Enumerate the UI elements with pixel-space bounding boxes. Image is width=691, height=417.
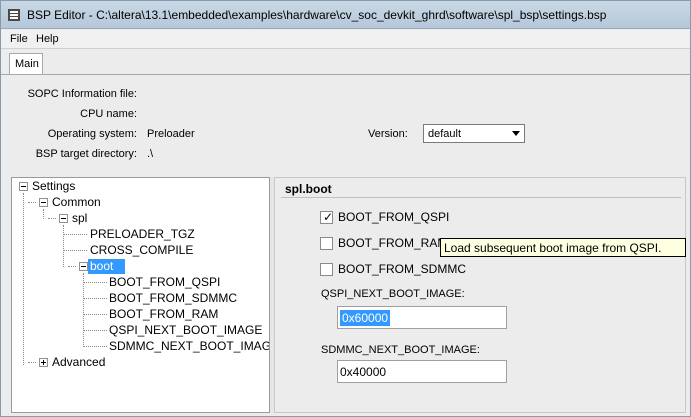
- sopc-info-label: SOPC Information file:: [27, 88, 137, 100]
- bsp-editor-window: BSP Editor - C:\altera\13.1\embedded\exa…: [0, 0, 691, 417]
- tree-node-spl[interactable]: spl: [72, 211, 87, 226]
- app-icon: [8, 9, 20, 21]
- tree-guide-boot: [68, 266, 76, 267]
- tree-node-boot[interactable]: boot: [88, 259, 126, 274]
- collapse-icon[interactable]: [79, 262, 88, 271]
- collapse-icon[interactable]: [19, 182, 28, 191]
- tree-guide-spl-h: [48, 218, 56, 219]
- menu-bar: File Help: [1, 30, 690, 49]
- section-divider: [281, 197, 681, 198]
- boot-from-ram-checkbox[interactable]: [320, 237, 333, 250]
- boot-from-sdmmc-label[interactable]: BOOT_FROM_SDMMC: [338, 262, 466, 276]
- tree-guide-c4: [83, 330, 107, 331]
- tree-guide-cross: [63, 250, 87, 251]
- tree-node-settings[interactable]: Settings: [32, 179, 75, 194]
- tree-node-common[interactable]: Common: [52, 195, 101, 210]
- tree-guide-c3: [83, 314, 107, 315]
- bsp-target-dir-label: BSP target directory:: [35, 148, 137, 160]
- settings-detail-panel: spl.boot ✓ BOOT_FROM_QSPI BOOT_FROM_RAM …: [274, 177, 686, 413]
- operating-system-label: Operating system:: [47, 128, 137, 140]
- tree-guide-boot-children: [83, 273, 84, 345]
- tree-guide-common-h: [28, 202, 36, 203]
- tree-guide-advanced: [28, 362, 36, 363]
- sdmmc-next-boot-image-value: 0x40000: [340, 365, 387, 379]
- tree-guide-common: [43, 209, 44, 219]
- qspi-next-boot-image-value: 0x60000: [340, 310, 391, 326]
- sdmmc-next-boot-image-label: SDMMC_NEXT_BOOT_IMAGE:: [321, 344, 480, 356]
- qspi-next-boot-image-input[interactable]: 0x60000: [337, 306, 507, 329]
- bsp-info-panel: SOPC Information file: CPU name: Operati…: [7, 75, 684, 173]
- collapse-icon[interactable]: [59, 214, 68, 223]
- cpu-name-label: CPU name:: [80, 108, 137, 120]
- tree-node-qspi-next-boot-image[interactable]: QSPI_NEXT_BOOT_IMAGE: [109, 323, 262, 338]
- title-bar[interactable]: BSP Editor - C:\altera\13.1\embedded\exa…: [1, 1, 690, 29]
- sdmmc-next-boot-image-input[interactable]: 0x40000: [337, 360, 507, 383]
- tree-node-boot-from-ram[interactable]: BOOT_FROM_RAM: [109, 307, 218, 322]
- operating-system-value: Preloader: [147, 128, 195, 140]
- boot-from-qspi-tooltip: Load subsequent boot image from QSPI.: [440, 238, 686, 257]
- version-select[interactable]: default: [423, 124, 525, 143]
- tree-guide-c5: [83, 346, 107, 347]
- expand-icon[interactable]: [39, 358, 48, 367]
- section-title: spl.boot: [285, 182, 332, 196]
- tab-strip: Main: [1, 50, 690, 75]
- tree-guide-spl: [63, 225, 64, 267]
- version-label: Version:: [368, 128, 408, 140]
- tree-node-sdmmc-next-boot-image[interactable]: SDMMC_NEXT_BOOT_IMAGE: [109, 339, 269, 354]
- settings-tree[interactable]: Settings Common spl PRELOADER_TGZ CROSS_…: [11, 177, 270, 413]
- menu-help[interactable]: Help: [36, 33, 59, 45]
- tree-guide-c1: [83, 282, 107, 283]
- tree-node-advanced[interactable]: Advanced: [52, 355, 105, 370]
- window-title: BSP Editor - C:\altera\13.1\embedded\exa…: [27, 8, 607, 22]
- qspi-next-boot-image-label: QSPI_NEXT_BOOT_IMAGE:: [321, 288, 465, 300]
- boot-from-ram-label[interactable]: BOOT_FROM_RAM: [338, 236, 447, 250]
- tree-node-boot-from-qspi[interactable]: BOOT_FROM_QSPI: [109, 275, 220, 290]
- tab-main[interactable]: Main: [9, 53, 43, 75]
- boot-from-sdmmc-checkbox[interactable]: [320, 263, 333, 276]
- boot-from-qspi-label[interactable]: BOOT_FROM_QSPI: [338, 210, 449, 224]
- tree-guide-c2: [83, 298, 107, 299]
- tree-node-cross-compile[interactable]: CROSS_COMPILE: [90, 243, 193, 258]
- tree-node-boot-from-sdmmc[interactable]: BOOT_FROM_SDMMC: [109, 291, 237, 306]
- tree-guide-root: [23, 193, 24, 365]
- boot-from-qspi-checkbox[interactable]: ✓: [320, 210, 334, 224]
- check-icon: ✓: [323, 210, 334, 224]
- tree-guide-preloader: [63, 234, 87, 235]
- menu-file[interactable]: File: [10, 33, 28, 45]
- tree-node-preloader-tgz[interactable]: PRELOADER_TGZ: [90, 227, 195, 242]
- chevron-down-icon: [512, 131, 520, 136]
- collapse-icon[interactable]: [39, 198, 48, 207]
- version-selected-value: default: [428, 128, 462, 140]
- bsp-target-dir-value: .\: [147, 148, 154, 160]
